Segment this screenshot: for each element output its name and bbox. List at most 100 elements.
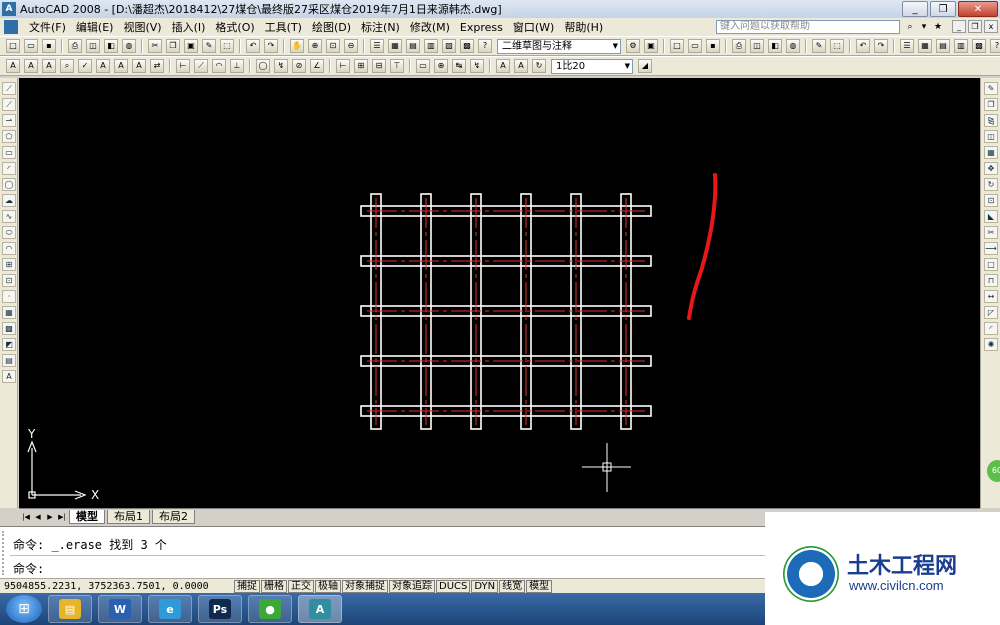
tab-prev-icon[interactable]: ◀ bbox=[33, 511, 43, 523]
tab-first-icon[interactable]: |◀ bbox=[21, 511, 31, 523]
undo-icon[interactable]: ↶ bbox=[246, 39, 260, 53]
hatch-icon[interactable]: ▦ bbox=[2, 306, 16, 319]
stretch-icon[interactable]: ◣ bbox=[984, 210, 998, 223]
linear-dim-icon[interactable]: ⊢ bbox=[176, 59, 190, 73]
tool-palette-icon[interactable]: ▤ bbox=[406, 39, 420, 53]
dim-space-icon[interactable]: ⊤ bbox=[390, 59, 404, 73]
preview-icon[interactable]: ◫ bbox=[86, 39, 100, 53]
circle-icon[interactable]: ◯ bbox=[2, 178, 16, 191]
design-center-icon[interactable]: ▦ bbox=[388, 39, 402, 53]
ordinate-icon[interactable]: ⊥ bbox=[230, 59, 244, 73]
menu-edit[interactable]: 编辑(E) bbox=[71, 19, 119, 35]
tab-next-icon[interactable]: ▶ bbox=[45, 511, 55, 523]
help-icon[interactable]: ? bbox=[990, 39, 1000, 53]
break-icon[interactable]: ⊓ bbox=[984, 274, 998, 287]
paste-icon[interactable]: ▣ bbox=[184, 39, 198, 53]
new-icon[interactable]: □ bbox=[6, 39, 20, 53]
taskbar-app-photoshop[interactable]: Ps bbox=[198, 595, 242, 623]
menu-window[interactable]: 窗口(W) bbox=[508, 19, 559, 35]
jogged-icon[interactable]: ↯ bbox=[274, 59, 288, 73]
gradient-icon[interactable]: ▩ bbox=[2, 322, 16, 335]
dyn-toggle[interactable]: DYN bbox=[471, 579, 499, 593]
print-icon[interactable]: ⎙ bbox=[68, 39, 82, 53]
menu-dimension[interactable]: 标注(N) bbox=[356, 19, 405, 35]
make-block-icon[interactable]: ⊡ bbox=[2, 274, 16, 287]
ellipse-arc-icon[interactable]: ◠ bbox=[2, 242, 16, 255]
preview-icon[interactable]: ◫ bbox=[750, 39, 764, 53]
chamfer-icon[interactable]: ◸ bbox=[984, 306, 998, 319]
open-icon[interactable]: ▭ bbox=[24, 39, 38, 53]
document-icon[interactable] bbox=[4, 20, 18, 34]
ortho-toggle[interactable]: 正交 bbox=[288, 579, 314, 593]
zoom-window-icon[interactable]: ⊡ bbox=[326, 39, 340, 53]
tab-layout1[interactable]: 布局1 bbox=[107, 509, 150, 524]
angular-icon[interactable]: ∠ bbox=[310, 59, 324, 73]
region-icon[interactable]: ◩ bbox=[2, 338, 16, 351]
break-point-icon[interactable]: □ bbox=[984, 258, 998, 271]
text-icon[interactable]: A bbox=[6, 59, 20, 73]
properties-icon[interactable]: ☰ bbox=[900, 39, 914, 53]
insert-block-icon[interactable]: ⊞ bbox=[2, 258, 16, 271]
command-prompt[interactable]: 命令: bbox=[13, 560, 44, 577]
inspect-icon[interactable]: ↹ bbox=[452, 59, 466, 73]
extend-icon[interactable]: ⟶ bbox=[984, 242, 998, 255]
doc-minimize-icon[interactable]: _ bbox=[952, 20, 966, 33]
block-editor-icon[interactable]: ⬚ bbox=[830, 39, 844, 53]
rectangle-icon[interactable]: ▭ bbox=[2, 146, 16, 159]
taskbar-app-ie[interactable]: e bbox=[148, 595, 192, 623]
start-button[interactable]: ⊞ bbox=[6, 595, 42, 623]
quick-dim-icon[interactable]: ⊢ bbox=[336, 59, 350, 73]
baseline-icon[interactable]: ⊞ bbox=[354, 59, 368, 73]
menu-file[interactable]: 文件(F) bbox=[24, 19, 71, 35]
workspace-select[interactable]: 二维草图与注释 bbox=[497, 38, 621, 54]
justify-text-icon[interactable]: A bbox=[132, 59, 146, 73]
tab-model[interactable]: 模型 bbox=[69, 509, 105, 524]
menu-help[interactable]: 帮助(H) bbox=[559, 19, 608, 35]
print-icon[interactable]: ⎙ bbox=[732, 39, 746, 53]
dim-edit-icon[interactable]: A bbox=[496, 59, 510, 73]
rotate-icon[interactable]: ↻ bbox=[984, 178, 998, 191]
mirror-icon[interactable]: ⧎ bbox=[984, 114, 998, 127]
dimstyle-select[interactable]: 1比20 bbox=[551, 58, 633, 74]
move-icon[interactable]: ✥ bbox=[984, 162, 998, 175]
redo-icon[interactable]: ↷ bbox=[874, 39, 888, 53]
close-button[interactable]: ✕ bbox=[958, 1, 998, 17]
doc-close-icon[interactable]: x bbox=[984, 20, 998, 33]
menu-format[interactable]: 格式(O) bbox=[210, 19, 259, 35]
calculator-icon[interactable]: ▩ bbox=[972, 39, 986, 53]
scale-icon[interactable]: ⊡ bbox=[984, 194, 998, 207]
tolerance-icon[interactable]: ▭ bbox=[416, 59, 430, 73]
drawing-canvas[interactable]: Y X bbox=[19, 78, 980, 508]
doc-restore-icon[interactable]: ❐ bbox=[968, 20, 982, 33]
spell-check-icon[interactable]: ✓ bbox=[78, 59, 92, 73]
search-icon[interactable]: ⌕ bbox=[904, 20, 916, 34]
publish-icon[interactable]: ◧ bbox=[768, 39, 782, 53]
mtext-icon[interactable]: A bbox=[24, 59, 38, 73]
menu-tools[interactable]: 工具(T) bbox=[260, 19, 307, 35]
find-text-icon[interactable]: ⌕ bbox=[60, 59, 74, 73]
menu-view[interactable]: 视图(V) bbox=[118, 19, 166, 35]
ellipse-icon[interactable]: ⬭ bbox=[2, 226, 16, 239]
otrack-toggle[interactable]: 对象追踪 bbox=[389, 579, 435, 593]
lineweight-toggle[interactable]: 线宽 bbox=[499, 579, 526, 593]
brush-icon[interactable]: ✎ bbox=[812, 39, 826, 53]
help-icon[interactable]: ? bbox=[478, 39, 492, 53]
workspace-settings-icon[interactable]: ⚙ bbox=[626, 39, 640, 53]
tab-last-icon[interactable]: ▶| bbox=[57, 511, 67, 523]
workspace-save-icon[interactable]: ▣ bbox=[644, 39, 658, 53]
diameter-icon[interactable]: ⊘ bbox=[292, 59, 306, 73]
revision-cloud-icon[interactable]: ☁ bbox=[2, 194, 16, 207]
sheet-set-icon[interactable]: ▥ bbox=[954, 39, 968, 53]
mtext-icon[interactable]: A bbox=[2, 370, 16, 383]
chevron-down-icon[interactable]: ▾ bbox=[918, 20, 930, 34]
taskbar-app-wechat[interactable]: ● bbox=[248, 595, 292, 623]
model-toggle[interactable]: 模型 bbox=[526, 579, 553, 593]
globe-icon[interactable]: ◍ bbox=[122, 39, 136, 53]
drawing-svg[interactable] bbox=[19, 78, 980, 508]
table-icon[interactable]: ▤ bbox=[2, 354, 16, 367]
convert-text-icon[interactable]: ⇄ bbox=[150, 59, 164, 73]
offset-icon[interactable]: ◫ bbox=[984, 130, 998, 143]
ducs-toggle[interactable]: DUCS bbox=[436, 579, 471, 593]
fillet-icon[interactable]: ◜ bbox=[984, 322, 998, 335]
aligned-dim-icon[interactable]: ⟋ bbox=[194, 59, 208, 73]
